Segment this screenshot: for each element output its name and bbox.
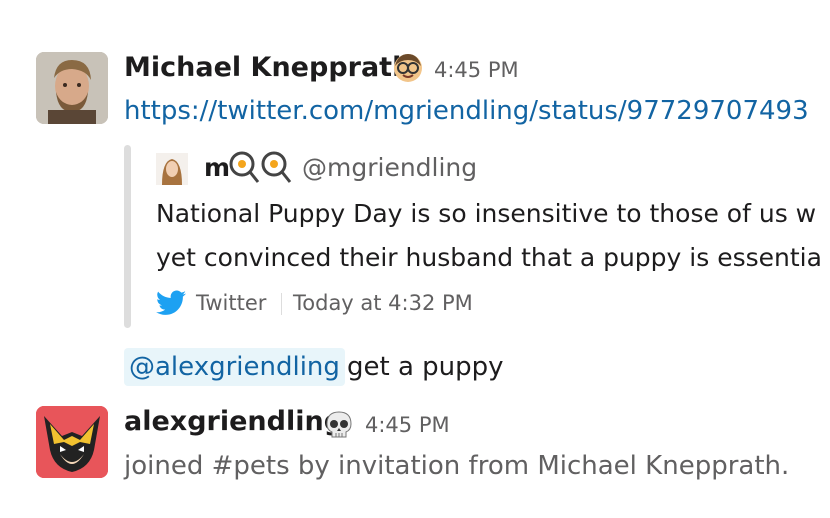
fried-egg-emoji-icon <box>260 150 292 188</box>
tweet-link[interactable]: https://twitter.com/mgriendling/status/9… <box>124 96 809 126</box>
message-timestamp[interactable]: 4:45 PM <box>434 58 519 82</box>
fried-egg-emoji-icon <box>228 150 260 188</box>
wolverine-mask-icon <box>36 406 108 478</box>
nerd-face-emoji-icon <box>392 52 424 88</box>
twitter-bird-icon <box>156 290 186 320</box>
avatar-michael[interactable] <box>36 52 108 124</box>
message-timestamp[interactable]: 4:45 PM <box>365 413 450 437</box>
tweet-text-line-1: National Puppy Day is so insensitive to … <box>156 199 817 228</box>
user-mention[interactable]: @alexgriendling <box>124 348 345 386</box>
tweet-text-line-2: yet convinced their husband that a puppy… <box>156 243 822 272</box>
tweet-author-name[interactable]: m <box>204 153 230 182</box>
tweet-author-handle[interactable]: @mgriendling <box>302 153 477 182</box>
tweet-author-avatar[interactable] <box>156 153 188 189</box>
author-name[interactable]: Michael Knepprath <box>124 52 411 83</box>
skull-emoji-icon <box>324 410 354 444</box>
author-name[interactable]: alexgriendling <box>124 406 343 437</box>
footer-divider <box>281 293 282 315</box>
message-text: get a puppy <box>347 352 504 382</box>
tweet-timestamp[interactable]: Today at 4:32 PM <box>293 291 473 315</box>
attachment-border <box>124 145 131 328</box>
system-message-text: joined #pets by invitation from Michael … <box>124 451 790 481</box>
person-avatar-icon <box>36 52 108 124</box>
tweet-source[interactable]: Twitter <box>196 291 266 315</box>
avatar-alexgriendling[interactable] <box>36 406 108 478</box>
